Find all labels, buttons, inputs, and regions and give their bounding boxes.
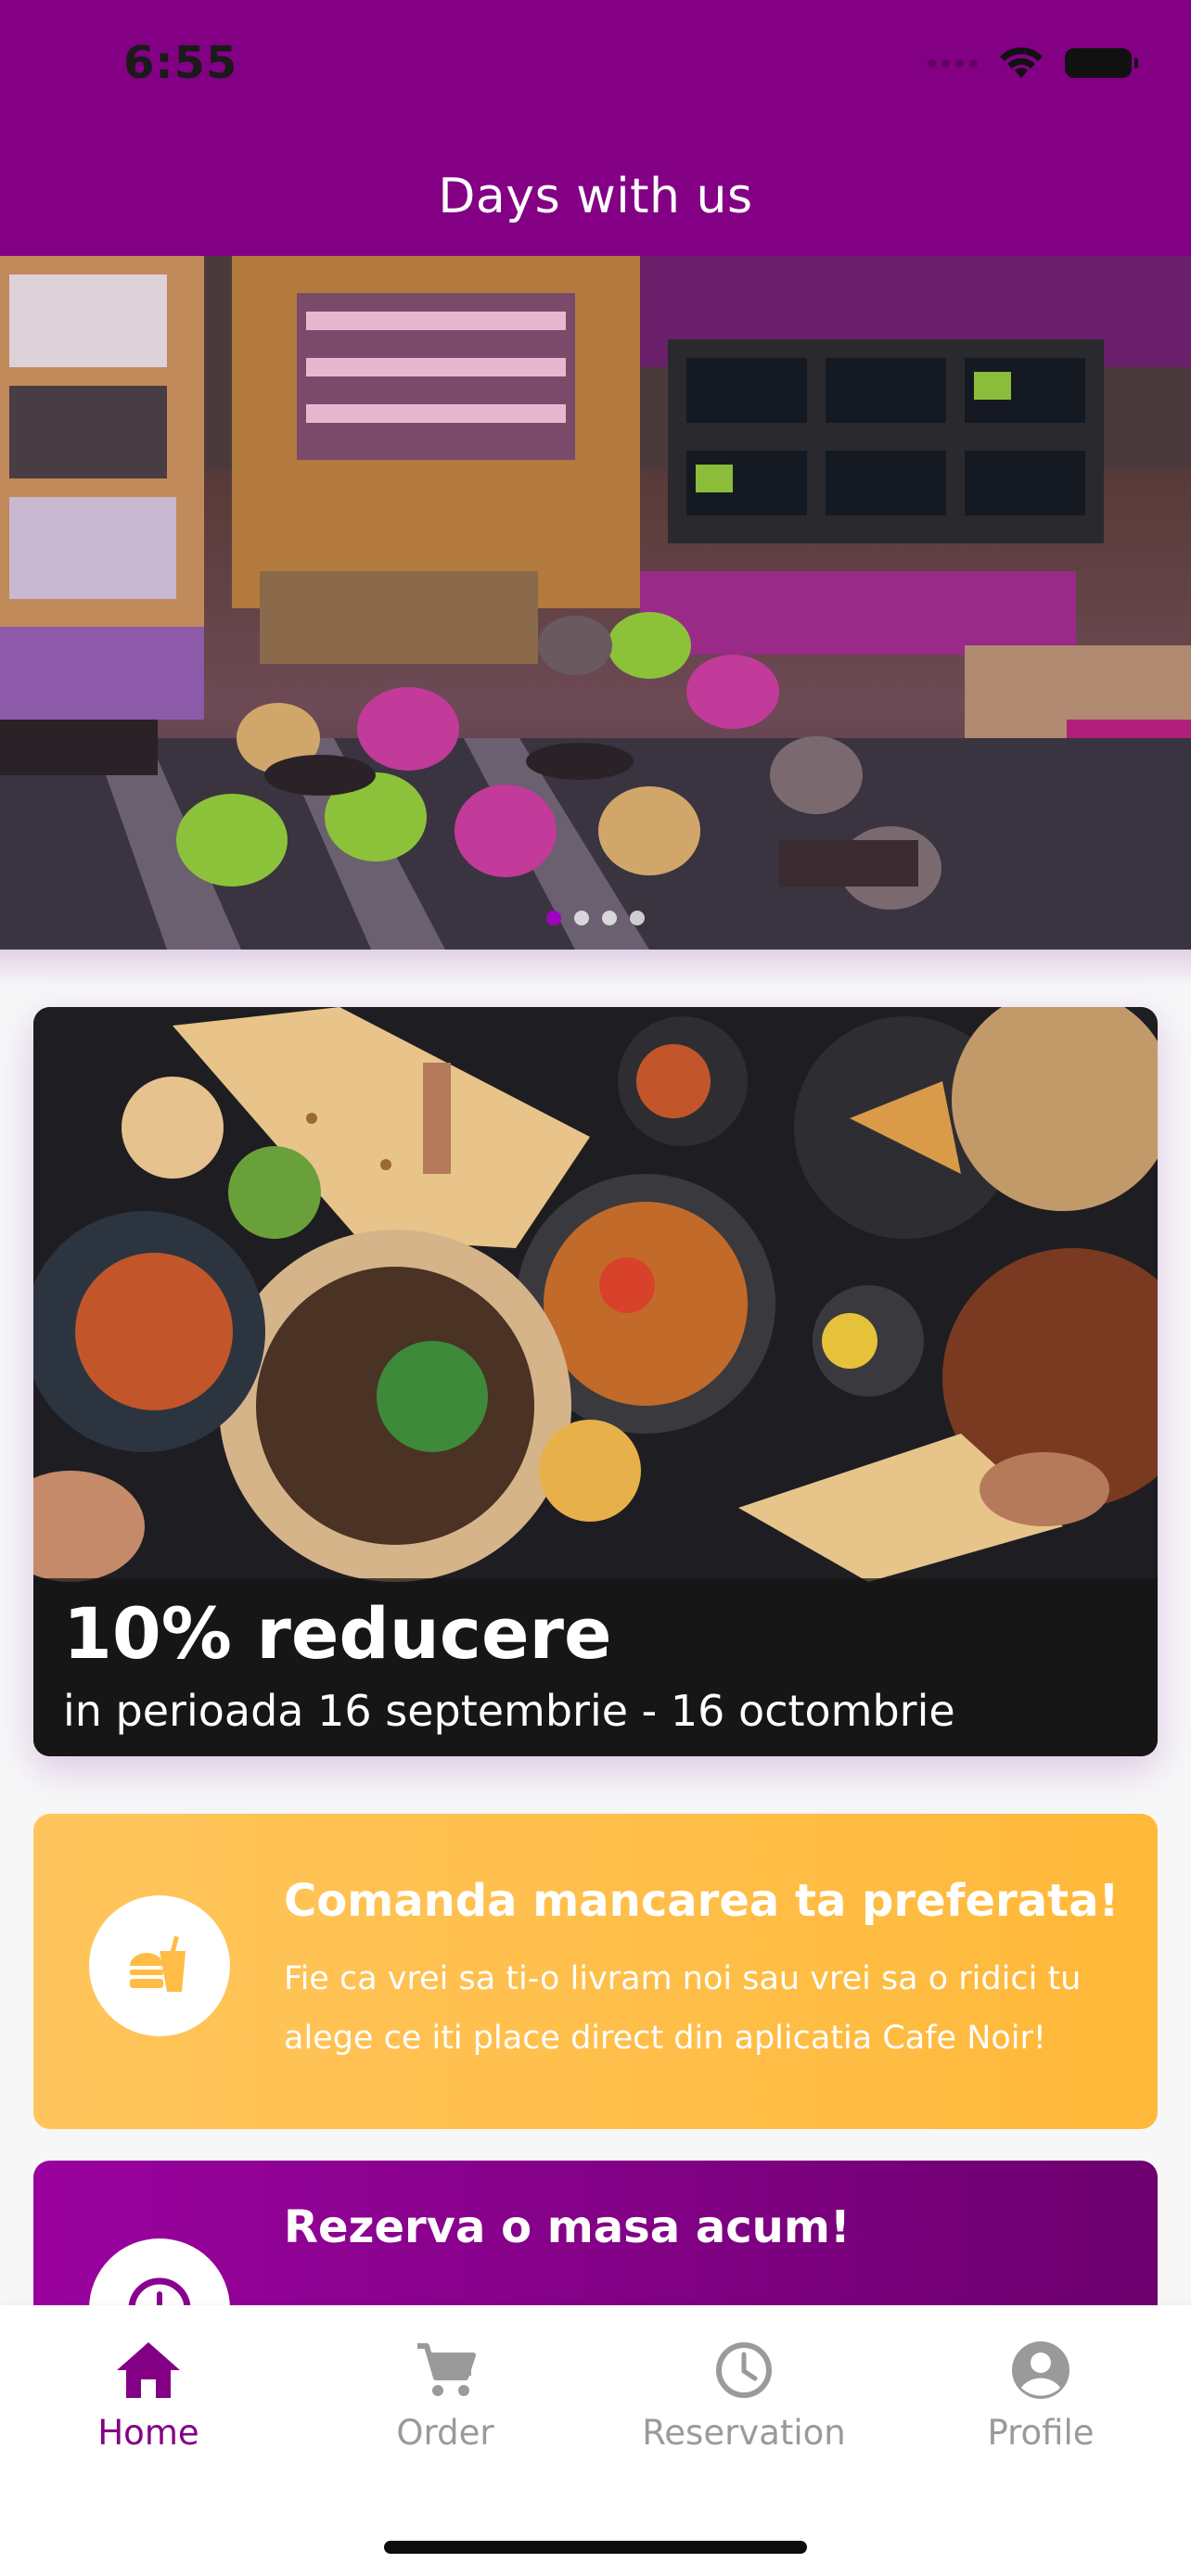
cart-icon — [417, 2343, 476, 2396]
reserve-card-title: Rezerva o masa acum! — [284, 2201, 851, 2253]
order-card-title: Comanda mancarea ta preferata! — [284, 1875, 1120, 1927]
app-header: 6:55 Days with us — [0, 0, 1191, 256]
hero-shadow — [0, 950, 1191, 987]
tab-reservation[interactable]: Reservation — [642, 2335, 846, 2453]
slide-indicator[interactable] — [0, 911, 1191, 925]
status-icons — [928, 46, 1138, 80]
promo-subtitle: in perioada 16 septembrie - 16 octombrie — [63, 1686, 955, 1736]
home-icon — [117, 2342, 180, 2398]
home-indicator[interactable] — [384, 2541, 807, 2554]
fast-food-icon — [130, 1935, 186, 1992]
bottom-tab-bar: Home Order Reservation Profile — [0, 2305, 1191, 2576]
wifi-icon — [1000, 47, 1043, 78]
tab-home[interactable]: Home — [46, 2335, 250, 2453]
promo-card[interactable]: 10% reducere in perioada 16 septembrie -… — [33, 1007, 1158, 1756]
page-title: Days with us — [438, 169, 753, 224]
cellular-signal-icon — [928, 58, 978, 68]
tab-label: Order — [396, 2413, 494, 2453]
card-icon-container — [89, 1895, 230, 2036]
slide-dot[interactable] — [630, 911, 645, 925]
tab-order[interactable]: Order — [343, 2335, 547, 2453]
tab-label: Home — [97, 2413, 199, 2453]
promo-title: 10% reducere — [63, 1592, 612, 1675]
tab-label: Profile — [987, 2413, 1095, 2453]
profile-icon — [1012, 2341, 1069, 2399]
order-food-card[interactable]: Comanda mancarea ta preferata! Fie ca vr… — [33, 1814, 1158, 2129]
slide-dot[interactable] — [574, 911, 589, 925]
clock-icon — [716, 2342, 772, 2398]
hero-slideshow[interactable] — [0, 256, 1191, 950]
order-card-description: Fie ca vrei sa ti-o livram noi sau vrei … — [284, 1960, 1082, 2057]
slide-dot[interactable] — [602, 911, 617, 925]
battery-icon — [1065, 48, 1138, 78]
tab-profile[interactable]: Profile — [939, 2335, 1143, 2453]
status-time: 6:55 — [123, 37, 238, 89]
tab-label: Reservation — [642, 2413, 846, 2453]
restaurant-interior-image — [0, 256, 1191, 950]
slide-dot[interactable] — [546, 911, 561, 925]
